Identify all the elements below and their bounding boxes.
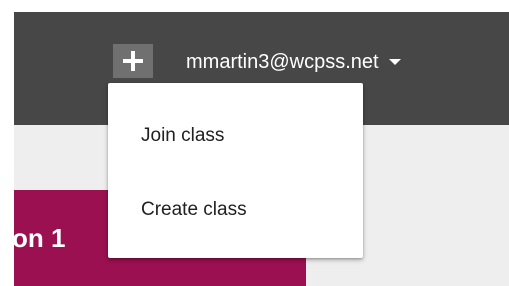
class-card-title[interactable]: on 1 <box>12 225 65 251</box>
add-class-button[interactable] <box>113 44 153 78</box>
page-left-margin <box>0 0 14 286</box>
plus-icon <box>123 51 143 71</box>
account-email: mmartin3@wcpss.net <box>186 50 379 73</box>
account-menu-button[interactable]: mmartin3@wcpss.net <box>186 50 401 74</box>
menu-item-label: Create class <box>141 199 247 220</box>
add-class-dropdown-menu: Join class Create class <box>108 83 363 258</box>
menu-item-label: Join class <box>141 125 225 146</box>
menu-item-create-class[interactable]: Create class <box>108 186 363 234</box>
menu-item-join-class[interactable]: Join class <box>108 112 363 160</box>
caret-down-icon <box>388 59 401 65</box>
